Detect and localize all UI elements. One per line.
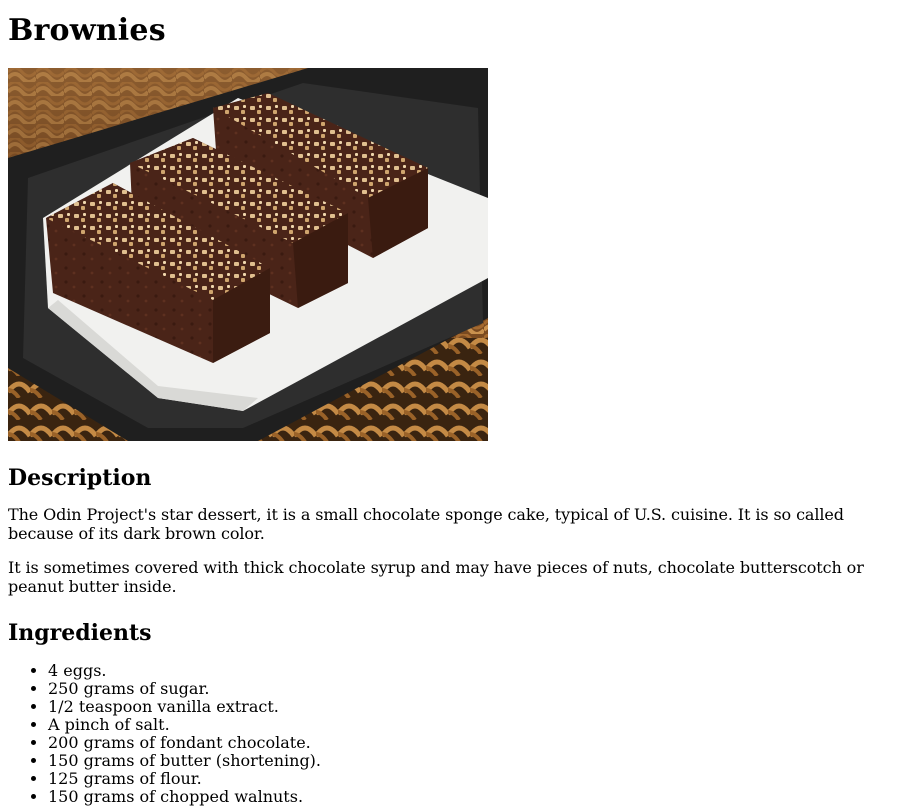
brownies-photo xyxy=(8,68,488,441)
ingredient-item: 150 grams of chopped walnuts. xyxy=(48,788,902,806)
recipe-page: Brownies Description The Odin Project's … xyxy=(0,12,910,806)
description-paragraph-1: The Odin Project's star dessert, it is a… xyxy=(8,505,844,543)
ingredient-item: 200 grams of fondant chocolate. xyxy=(48,734,902,752)
description-heading: Description xyxy=(8,465,152,491)
page-title: Brownies xyxy=(8,13,166,48)
ingredient-item: 250 grams of sugar. xyxy=(48,680,902,698)
ingredients-list: 4 eggs. 250 grams of sugar. 1/2 teaspoon… xyxy=(8,662,902,806)
ingredient-item: 1/2 teaspoon vanilla extract. xyxy=(48,698,902,716)
ingredient-item: A pinch of salt. xyxy=(48,716,902,734)
description-paragraph-2: It is sometimes covered with thick choco… xyxy=(8,558,864,596)
ingredient-item: 4 eggs. xyxy=(48,662,902,680)
ingredients-heading: Ingredients xyxy=(8,620,152,646)
ingredient-item: 150 grams of butter (shortening). xyxy=(48,752,902,770)
ingredient-item: 125 grams of flour. xyxy=(48,770,902,788)
